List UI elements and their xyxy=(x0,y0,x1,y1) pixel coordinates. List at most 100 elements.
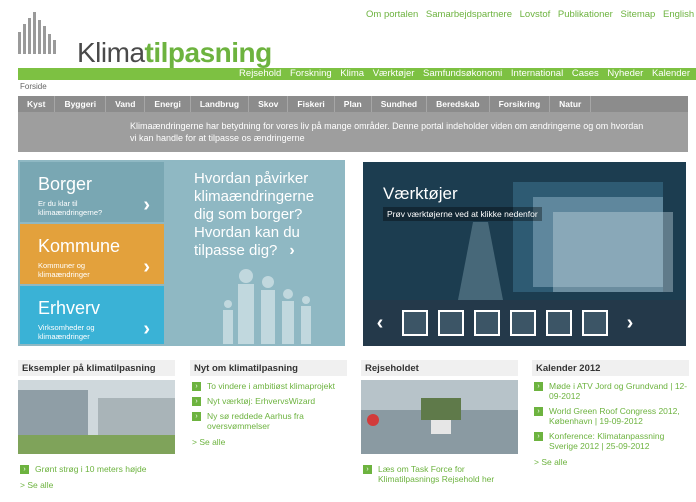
logo-graphic xyxy=(18,12,56,54)
chevron-right-icon: › xyxy=(143,194,150,216)
item-text: Grønt strøg i 10 meters højde xyxy=(35,464,147,474)
topic-skov[interactable]: Skov xyxy=(249,96,289,112)
logo-suffix: tilpasning xyxy=(144,37,273,68)
tile-title: Kommune xyxy=(38,236,121,256)
topic-landbrug[interactable]: Landbrug xyxy=(191,96,250,112)
topic-byggeri[interactable]: Byggeri xyxy=(55,96,107,112)
arrow-box-icon: › xyxy=(534,382,543,391)
toplink-om-portalen[interactable]: Om portalen xyxy=(366,9,418,20)
document-icon[interactable] xyxy=(582,310,608,336)
arrow-box-icon: › xyxy=(192,397,201,406)
tile-kommune[interactable]: Kommune Kommuner og klimaændringer › xyxy=(20,224,164,284)
tile-subtitle: Virksomheder og klimaændringer xyxy=(38,323,95,341)
hand-icon[interactable] xyxy=(510,310,536,336)
list-item[interactable]: › World Green Roof Congress 2012, Københa… xyxy=(534,406,689,426)
list-item[interactable]: › Møde i ATV Jord og Grundvand | 12-09-20… xyxy=(534,381,689,401)
column-heading[interactable]: Nyt om klimatilpasning xyxy=(190,360,347,376)
chevron-left-icon[interactable]: ‹ xyxy=(363,312,397,335)
column-kalender: Kalender 2012 › Møde i ATV Jord og Grundv… xyxy=(532,360,689,467)
nav-international[interactable]: International xyxy=(511,68,563,79)
arrow-box-icon: › xyxy=(534,432,543,441)
arrow-box-icon: › xyxy=(20,465,29,474)
list-item[interactable]: › To vindere i ambitiøst klimaprojekt xyxy=(192,381,347,391)
logo-text: Klimatilpasning xyxy=(77,39,272,67)
building-photo xyxy=(18,380,175,454)
topic-kyst[interactable]: Kyst xyxy=(18,96,56,112)
chevron-right-icon[interactable]: › xyxy=(613,312,647,335)
nav-nyheder[interactable]: Nyheder xyxy=(607,68,643,79)
list-item[interactable]: › Læs om Task Force for Klimatilpasnings … xyxy=(363,464,518,484)
toplink-samarbejdspartnere[interactable]: Samarbejdspartnere xyxy=(426,9,512,20)
chevron-right-icon: › xyxy=(289,242,295,259)
house-icon[interactable] xyxy=(438,310,464,336)
main-nav: Rejsehold Forskning Klima Værktøjer Samf… xyxy=(18,68,696,80)
tile-borger[interactable]: Borger Er du klar til klimaændringerne? … xyxy=(20,162,164,222)
tile-subtitle: Er du klar til klimaændringerne? xyxy=(38,199,103,217)
see-all-link[interactable]: > Se alle xyxy=(534,457,689,467)
flood-photo xyxy=(361,380,518,454)
item-text: Ny sø reddede Aarhus fra oversvømmelser xyxy=(207,411,304,431)
topic-fiskeri[interactable]: Fiskeri xyxy=(288,96,335,112)
tools-background-graphic xyxy=(458,182,673,300)
list-item[interactable]: › Konference: Klimatanpassning Sverige 20… xyxy=(534,431,689,451)
topic-vand[interactable]: Vand xyxy=(106,96,146,112)
tools-panel[interactable]: Værktøjer Prøv værktøjerne ved at klikke… xyxy=(363,162,686,346)
audience-question[interactable]: Hvordan påvirker klimaændringerne dig so… xyxy=(194,170,334,260)
item-text: To vindere i ambitiøst klimaprojekt xyxy=(207,381,336,391)
column-heading[interactable]: Rejseholdet xyxy=(361,360,518,376)
list-item[interactable]: › Nyt værktøj: ErhvervsWizard xyxy=(192,396,347,406)
intro-banner: Klimaændringerne har betydning for vores… xyxy=(18,112,688,152)
column-heading[interactable]: Kalender 2012 xyxy=(532,360,689,376)
factory-icon[interactable] xyxy=(402,310,428,336)
nav-samfundsoekonomi[interactable]: Samfundsøkonomi xyxy=(423,68,502,79)
topic-energi[interactable]: Energi xyxy=(145,96,191,112)
list-item[interactable]: › Grønt strøg i 10 meters højde xyxy=(20,464,175,474)
see-all-link[interactable]: > Se alle xyxy=(192,437,347,447)
tile-subtitle: Kommuner og klimaændringer xyxy=(38,261,90,279)
question-text: Hvordan påvirker klimaændringerne dig so… xyxy=(194,170,315,259)
tile-erhverv[interactable]: Erhverv Virksomheder og klimaændringer › xyxy=(20,286,164,344)
arrow-box-icon: › xyxy=(192,412,201,421)
arrow-box-icon: › xyxy=(534,407,543,416)
site-logo[interactable]: Klimatilpasning xyxy=(14,8,272,67)
arrow-box-icon: › xyxy=(192,382,201,391)
breadcrumb[interactable]: Forside xyxy=(20,82,47,91)
top-links: Om portalen Samarbejdspartnere Lovstof P… xyxy=(366,9,696,20)
nav-cases[interactable]: Cases xyxy=(572,68,599,79)
see-all-link[interactable]: > Se alle xyxy=(20,480,175,490)
topic-bar: Kyst Byggeri Vand Energi Landbrug Skov F… xyxy=(18,96,688,112)
logo-prefix: Klima xyxy=(77,37,145,68)
topic-forsikring[interactable]: Forsikring xyxy=(490,96,551,112)
people-illustration xyxy=(223,269,311,344)
item-text: Nyt værktøj: ErhvervsWizard xyxy=(207,396,316,406)
tile-title: Erhverv xyxy=(38,298,101,318)
gauge-icon[interactable] xyxy=(546,310,572,336)
item-text: World Green Roof Congress 2012, Københav… xyxy=(549,406,680,426)
tools-title: Værktøjer xyxy=(383,184,458,203)
topic-sundhed[interactable]: Sundhed xyxy=(372,96,428,112)
audience-panel: Borger Er du klar til klimaændringerne? … xyxy=(18,160,345,346)
column-eksempler: Eksempler på klimatilpasning › Grønt strø… xyxy=(18,360,175,490)
toplink-publikationer[interactable]: Publikationer xyxy=(558,9,613,20)
tile-title: Borger xyxy=(38,174,93,194)
nav-forskning[interactable]: Forskning xyxy=(290,68,332,79)
chevron-right-icon: › xyxy=(143,318,150,340)
topic-natur[interactable]: Natur xyxy=(550,96,592,112)
toplink-sitemap[interactable]: Sitemap xyxy=(620,9,655,20)
toplink-english[interactable]: English xyxy=(663,9,694,20)
list-item[interactable]: › Ny sø reddede Aarhus fra oversvømmelser xyxy=(192,411,347,431)
nav-klima[interactable]: Klima xyxy=(340,68,364,79)
tools-subtitle: Prøv værktøjerne ved at klikke nedenfor xyxy=(383,207,542,221)
toplink-lovstof[interactable]: Lovstof xyxy=(520,9,551,20)
topic-beredskab[interactable]: Beredskab xyxy=(427,96,490,112)
nav-kalender[interactable]: Kalender xyxy=(652,68,690,79)
column-heading[interactable]: Eksempler på klimatilpasning xyxy=(18,360,175,376)
topic-plan[interactable]: Plan xyxy=(335,96,372,112)
arrow-box-icon: › xyxy=(363,465,372,474)
nav-rejsehold[interactable]: Rejsehold xyxy=(239,68,281,79)
tools-carousel: ‹ › xyxy=(363,300,686,346)
intro-text: Klimaændringerne har betydning for vores… xyxy=(130,121,644,143)
item-text: Møde i ATV Jord og Grundvand | 12-09-201… xyxy=(549,381,688,401)
flood-icon[interactable] xyxy=(474,310,500,336)
nav-vaerktoejer[interactable]: Værktøjer xyxy=(373,68,415,79)
